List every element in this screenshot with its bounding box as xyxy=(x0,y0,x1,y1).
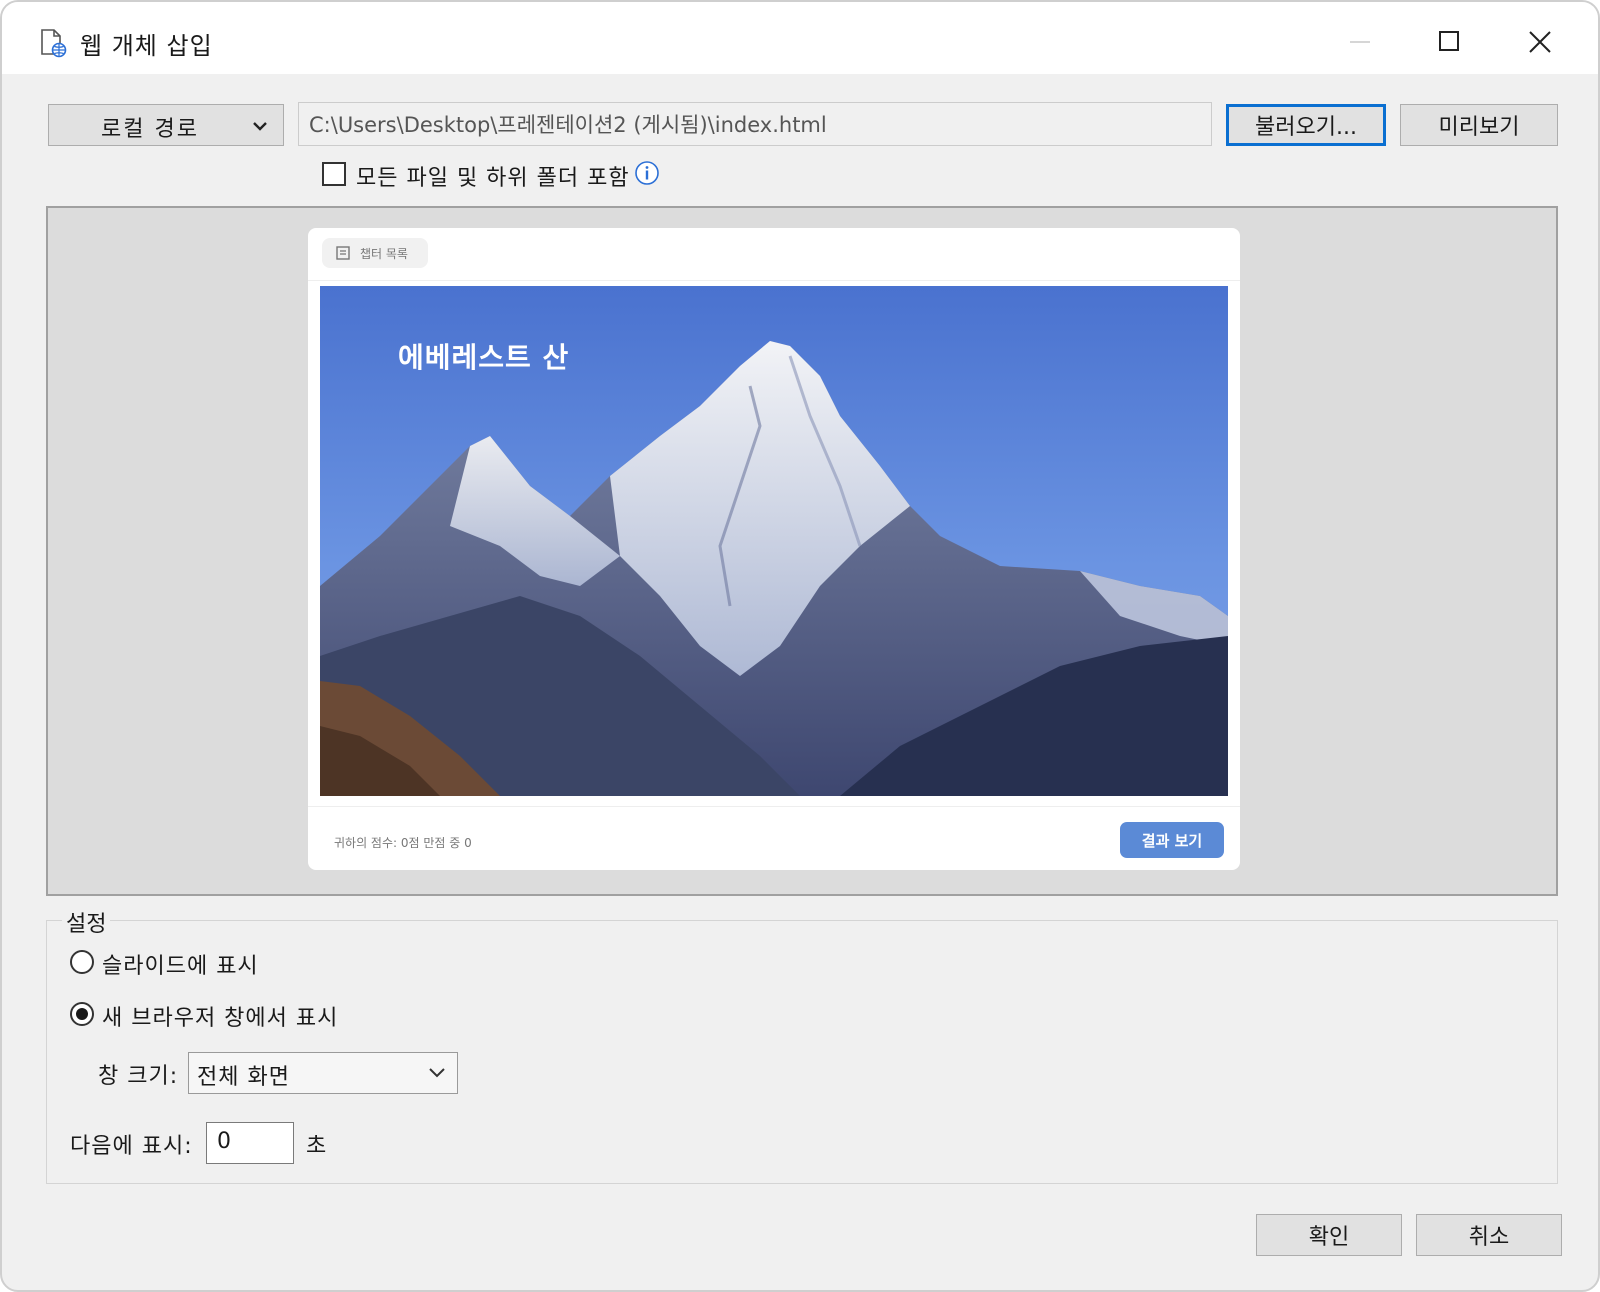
browse-button[interactable]: 불러오기... xyxy=(1226,104,1386,146)
view-results-button[interactable]: 결과 보기 xyxy=(1120,822,1224,858)
source-type-dropdown[interactable]: 로컬 경로 xyxy=(48,104,284,146)
web-document-icon xyxy=(41,29,67,58)
chevron-down-icon xyxy=(253,122,267,131)
mountain-image: 에베레스트 산 xyxy=(320,286,1228,796)
display-on-slide-label: 슬라이드에 표시 xyxy=(102,954,259,979)
minimize-icon[interactable] xyxy=(1340,20,1380,60)
settings-legend: 설정 xyxy=(62,906,111,938)
divider xyxy=(308,806,1240,807)
list-icon xyxy=(336,246,350,260)
maximize-icon[interactable] xyxy=(1430,20,1470,60)
close-icon[interactable] xyxy=(1520,20,1560,60)
chevron-down-icon xyxy=(429,1068,445,1078)
path-field[interactable]: C:\Users\Desktop\프레젠테이션2 (게시됨)\index.htm… xyxy=(298,102,1212,146)
slide-title: 에베레스트 산 xyxy=(398,341,570,374)
toc-button[interactable]: 챕터 목록 xyxy=(322,238,428,268)
source-type-value: 로컬 경로 xyxy=(101,117,199,142)
display-on-slide-radio[interactable] xyxy=(70,950,94,974)
delay-label: 다음에 표시: xyxy=(70,1134,193,1159)
preview-button[interactable]: 미리보기 xyxy=(1400,104,1558,146)
divider xyxy=(308,280,1240,281)
include-subfolders-checkbox[interactable] xyxy=(322,162,346,186)
delay-input[interactable]: 0 xyxy=(206,1122,294,1164)
title-bar: 웹 개체 삽입 xyxy=(2,2,1598,74)
toc-label: 챕터 목록 xyxy=(360,247,408,261)
window-size-label: 창 크기: xyxy=(98,1064,179,1089)
delay-unit-label: 초 xyxy=(306,1134,327,1159)
include-subfolders-label: 모든 파일 및 하위 폴더 포함 xyxy=(356,166,630,191)
insert-web-object-dialog: 웹 개체 삽입 로컬 경로 C:\Users\Desktop\프레젠테이션2 (… xyxy=(0,0,1600,1292)
web-object-preview: 챕터 목록 에베레스트 산 귀하의 점수: 0점 만점 중 0 결과 보기 xyxy=(308,228,1240,870)
open-in-browser-radio[interactable] xyxy=(70,1002,94,1026)
cancel-button[interactable]: 취소 xyxy=(1416,1214,1562,1256)
open-in-browser-label: 새 브라우저 창에서 표시 xyxy=(102,1006,339,1031)
dialog-title: 웹 개체 삽입 xyxy=(80,32,213,60)
window-size-value: 전체 화면 xyxy=(197,1065,290,1090)
window-size-dropdown[interactable]: 전체 화면 xyxy=(188,1052,458,1094)
info-icon[interactable] xyxy=(634,160,660,186)
preview-pane: 챕터 목록 에베레스트 산 귀하의 점수: 0점 만점 중 0 결과 보기 xyxy=(46,206,1558,896)
ok-button[interactable]: 확인 xyxy=(1256,1214,1402,1256)
score-text: 귀하의 점수: 0점 만점 중 0 xyxy=(334,836,472,850)
